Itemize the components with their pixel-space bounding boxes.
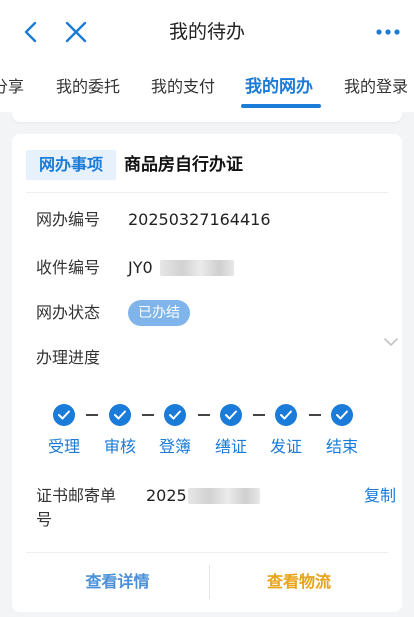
step-label-end: 结束 — [325, 437, 358, 456]
step-connector — [309, 414, 321, 416]
card-actions: 查看详情 查看物流 — [26, 552, 388, 613]
receipt-number-value: JY0 — [128, 258, 153, 277]
redacted-mail-number — [188, 488, 260, 504]
step-label-register: 登簿 — [158, 437, 191, 456]
mail-number-value: 2025 — [146, 486, 187, 505]
previous-card-edge — [12, 112, 402, 122]
view-logistics-button[interactable]: 查看物流 — [210, 567, 388, 597]
view-details-button[interactable]: 查看详情 — [26, 567, 209, 597]
online-case-card: 网办事项 商品房自行办证 网办编号 20250327164416 收件编号 JY… — [12, 134, 402, 612]
status-badge: 已办结 — [128, 300, 190, 326]
step-check-icon — [164, 404, 186, 426]
tab-share[interactable]: 分享 — [0, 76, 24, 98]
tab-my-online-service[interactable]: 我的网办 — [245, 76, 313, 98]
page-title: 我的待办 — [168, 21, 245, 43]
case-number-label: 网办编号 — [36, 210, 101, 229]
step-connector — [198, 414, 210, 416]
step-check-icon — [331, 404, 353, 426]
tab-my-payment[interactable]: 我的支付 — [151, 76, 215, 98]
case-name: 商品房自行办证 — [124, 155, 243, 175]
more-horizontal-icon[interactable] — [374, 20, 402, 44]
mail-number-label: 证书邮寄单号 — [36, 486, 117, 529]
step-label-accept: 受理 — [47, 437, 80, 456]
tab-my-login[interactable]: 我的登录 — [344, 76, 408, 98]
tab-bar: 分享 我的委托 我的支付 我的网办 我的登录 — [0, 62, 414, 112]
step-connector — [142, 414, 154, 416]
step-connector — [86, 414, 98, 416]
step-connector — [253, 414, 265, 416]
step-label-issue-cert: 发证 — [269, 437, 302, 456]
step-label-review: 审核 — [103, 437, 136, 456]
copy-button[interactable]: 复制 — [364, 484, 396, 508]
progress-label: 办理进度 — [36, 348, 101, 367]
top-bar: 我的待办 — [0, 0, 414, 62]
receipt-number-label: 收件编号 — [36, 258, 101, 277]
case-type-tag: 网办事项 — [26, 150, 116, 180]
step-check-icon — [275, 404, 297, 426]
step-check-icon — [53, 404, 75, 426]
chevron-down-icon[interactable] — [383, 334, 399, 348]
step-label-print-cert: 缮证 — [214, 437, 247, 456]
redacted-receipt-number — [160, 260, 234, 276]
card-header: 网办事项 商品房自行办证 — [26, 148, 388, 193]
status-label: 网办状态 — [36, 303, 101, 322]
progress-steps — [12, 404, 402, 426]
case-number-value: 20250327164416 — [128, 210, 271, 229]
step-check-icon — [109, 404, 131, 426]
active-tab-indicator — [241, 104, 321, 108]
tab-my-entrust[interactable]: 我的委托 — [56, 76, 120, 98]
step-check-icon — [220, 404, 242, 426]
